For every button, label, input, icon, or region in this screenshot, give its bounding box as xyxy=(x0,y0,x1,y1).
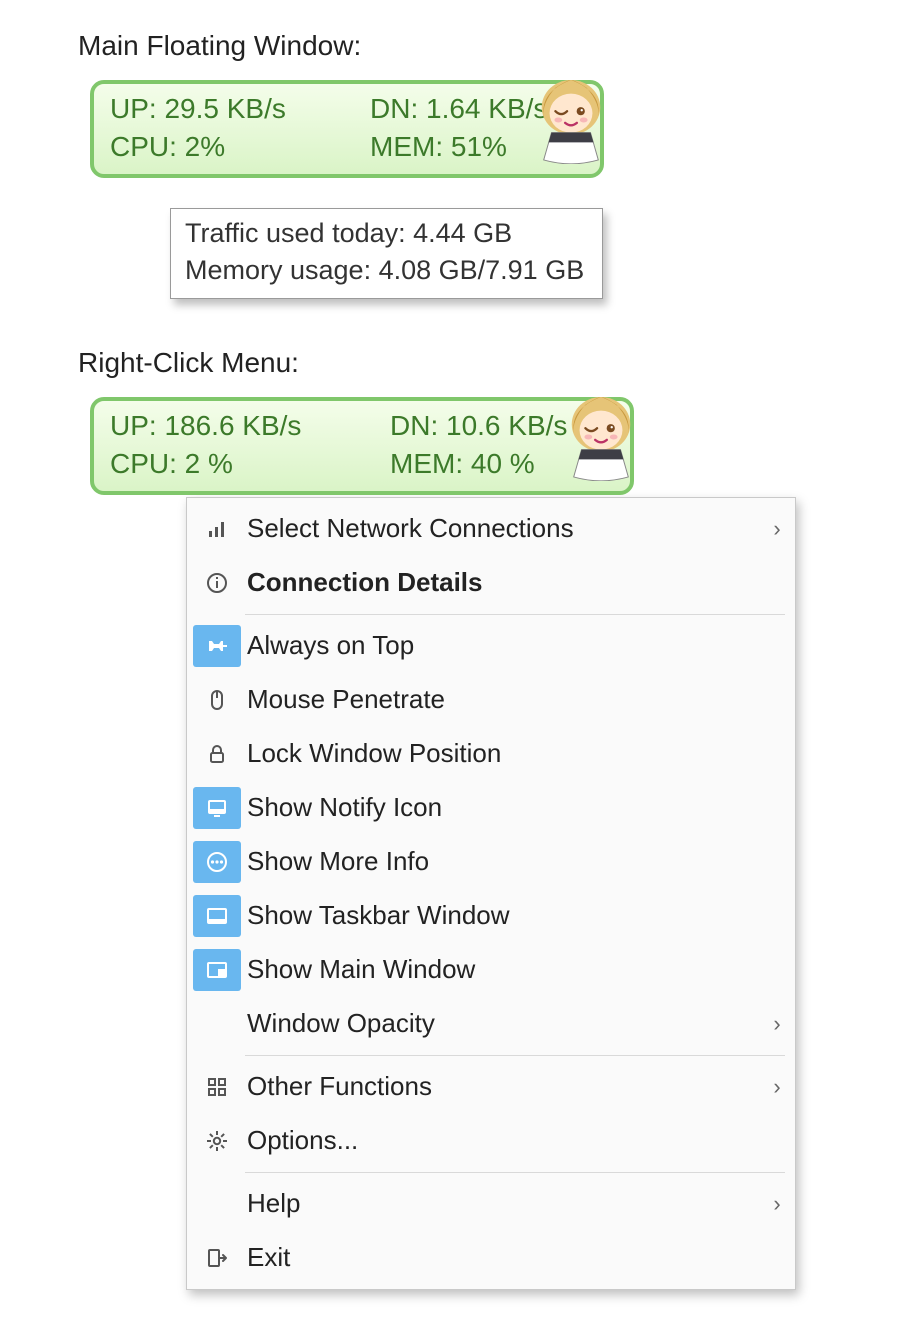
pin-icon xyxy=(193,625,241,667)
menu-separator xyxy=(245,1172,785,1173)
tooltip-traffic-today: Traffic used today: 4.44 GB xyxy=(185,215,584,253)
menu-label: Show More Info xyxy=(247,846,759,877)
menu-label: Window Opacity xyxy=(247,1008,759,1039)
menu-label: Mouse Penetrate xyxy=(247,684,759,715)
menu-separator xyxy=(245,614,785,615)
tray-icon xyxy=(193,787,241,829)
menu-always-on-top[interactable]: Always on Top xyxy=(187,619,795,673)
menu-label: Help xyxy=(247,1188,759,1219)
floating-monitor-widget-2[interactable]: UP: 186.6 KB/s DN: 10.6 KB/s CPU: 2 % ME… xyxy=(90,397,634,495)
stat-cpu: CPU: 2% xyxy=(110,128,370,166)
menu-exit[interactable]: Exit xyxy=(187,1231,795,1285)
menu-label: Show Taskbar Window xyxy=(247,900,759,931)
menu-separator xyxy=(245,1055,785,1056)
chibi-mascot-icon xyxy=(562,391,640,481)
submenu-arrow-icon: › xyxy=(759,516,795,542)
menu-label: Connection Details xyxy=(247,567,759,598)
menu-label: Show Main Window xyxy=(247,954,759,985)
menu-connection-details[interactable]: Connection Details xyxy=(187,556,795,610)
ellipsis-circle-icon xyxy=(193,841,241,883)
menu-label: Always on Top xyxy=(247,630,759,661)
chibi-mascot-icon xyxy=(532,74,610,164)
submenu-arrow-icon: › xyxy=(759,1191,795,1217)
gear-icon xyxy=(193,1120,241,1162)
menu-label: Lock Window Position xyxy=(247,738,759,769)
stat-cpu: CPU: 2 % xyxy=(110,445,390,483)
menu-show-more-info[interactable]: Show More Info xyxy=(187,835,795,889)
menu-label: Options... xyxy=(247,1125,759,1156)
menu-show-taskbar[interactable]: Show Taskbar Window xyxy=(187,889,795,943)
section-main-floating-title: Main Floating Window: xyxy=(78,30,912,62)
menu-show-notify[interactable]: Show Notify Icon xyxy=(187,781,795,835)
menu-mouse-penetrate[interactable]: Mouse Penetrate xyxy=(187,673,795,727)
signal-bars-icon xyxy=(193,508,241,550)
info-icon xyxy=(193,562,241,604)
submenu-arrow-icon: › xyxy=(759,1074,795,1100)
menu-options[interactable]: Options... xyxy=(187,1114,795,1168)
menu-label: Exit xyxy=(247,1242,759,1273)
lock-icon xyxy=(193,733,241,775)
exit-icon xyxy=(193,1237,241,1279)
submenu-arrow-icon: › xyxy=(759,1011,795,1037)
stat-upload: UP: 186.6 KB/s xyxy=(110,407,390,445)
tooltip-memory-usage: Memory usage: 4.08 GB/7.91 GB xyxy=(185,252,584,290)
taskbar-icon xyxy=(193,895,241,937)
menu-label: Select Network Connections xyxy=(247,513,759,544)
menu-select-network[interactable]: Select Network Connections › xyxy=(187,502,795,556)
menu-show-main-window[interactable]: Show Main Window xyxy=(187,943,795,997)
section-right-click-title: Right-Click Menu: xyxy=(78,347,912,379)
menu-label: Other Functions xyxy=(247,1071,759,1102)
context-menu: Select Network Connections › Connection … xyxy=(186,497,796,1290)
stat-upload: UP: 29.5 KB/s xyxy=(110,90,370,128)
floating-monitor-widget-1[interactable]: UP: 29.5 KB/s DN: 1.64 KB/s CPU: 2% MEM:… xyxy=(90,80,604,178)
menu-lock-position[interactable]: Lock Window Position xyxy=(187,727,795,781)
window-icon xyxy=(193,949,241,991)
menu-other-functions[interactable]: Other Functions › xyxy=(187,1060,795,1114)
stats-tooltip: Traffic used today: 4.44 GB Memory usage… xyxy=(170,208,603,300)
menu-window-opacity[interactable]: Window Opacity › xyxy=(187,997,795,1051)
menu-help[interactable]: Help › xyxy=(187,1177,795,1231)
grid-icon xyxy=(193,1066,241,1108)
mouse-icon xyxy=(193,679,241,721)
menu-label: Show Notify Icon xyxy=(247,792,759,823)
